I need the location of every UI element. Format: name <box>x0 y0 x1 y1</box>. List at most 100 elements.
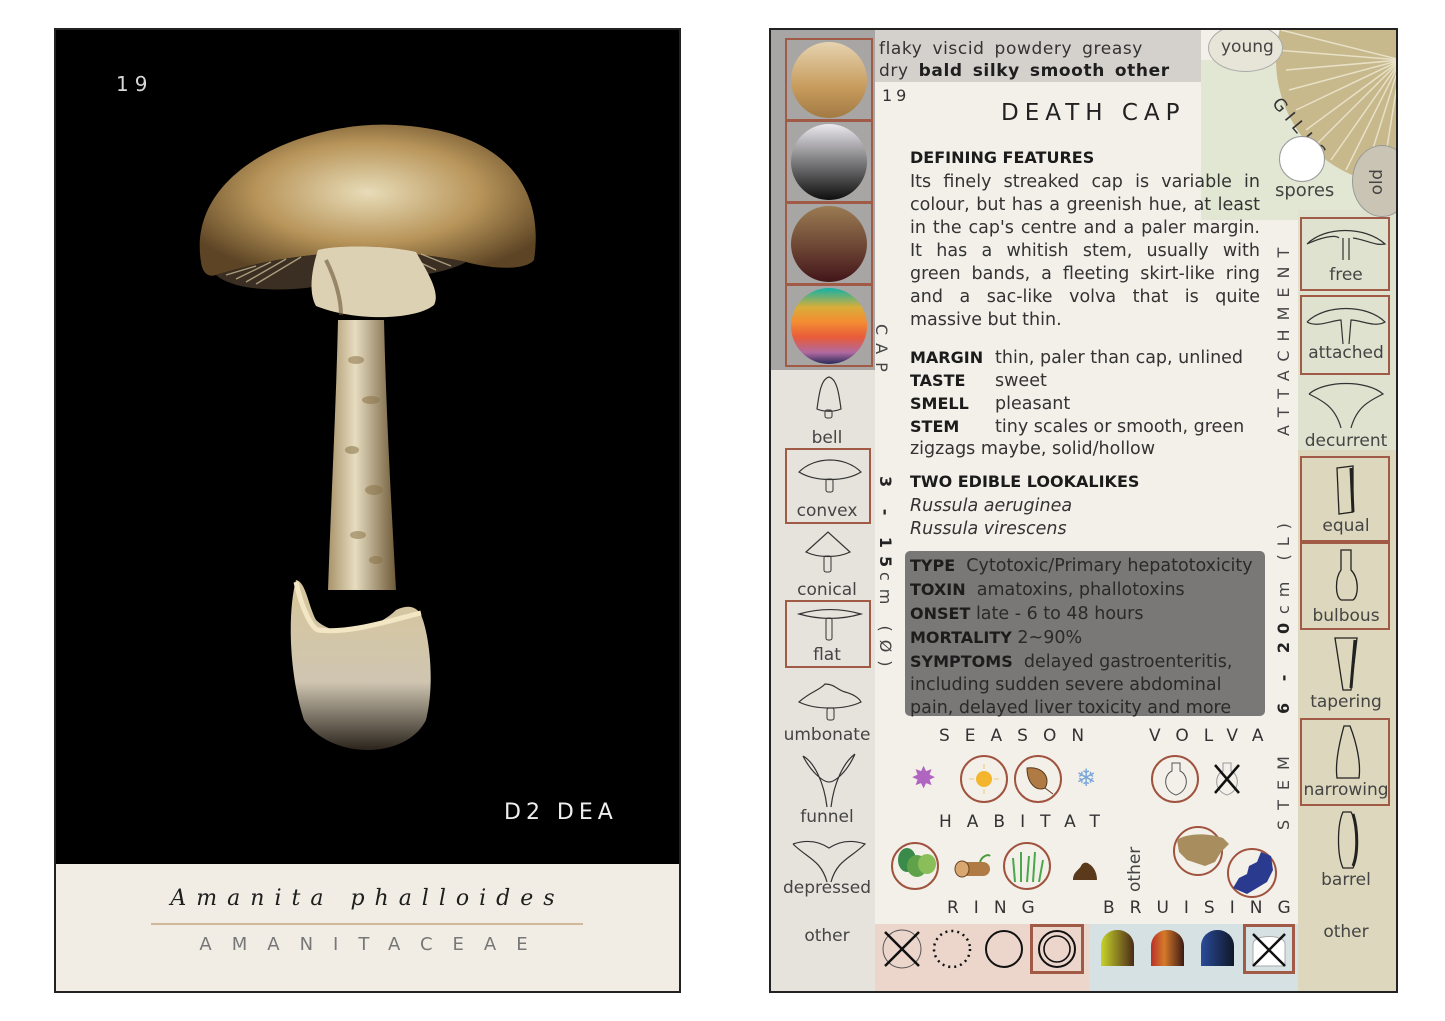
defining-features-text: Its finely streaked cap is variable in c… <box>910 172 1260 330</box>
attribute-margin: MARGIN thin, paler than cap, unlined <box>910 348 1244 368</box>
cap-shape-other[interactable]: other <box>775 926 879 946</box>
toxicity-type: TYPE Cytotoxic/Primary hepatotoxicity <box>910 556 1253 576</box>
card-code: D2 DEA <box>504 800 618 825</box>
cap-shape-funnel[interactable]: funnel <box>775 807 879 827</box>
cap-depressed-icon <box>792 840 867 883</box>
texture-bald[interactable]: bald <box>919 61 963 81</box>
season-heading: SEASON <box>939 726 1100 746</box>
cap-size-range: 3 - 15 <box>876 476 895 576</box>
toxicity-symptoms: SYMPTOMS delayed gastroenteritis, <box>910 652 1233 672</box>
texture-flaky[interactable]: flaky <box>879 39 922 59</box>
stem-size-range: 6 - 20 <box>1274 614 1293 714</box>
toxicity-onset: ONSET late - 6 to 48 hours <box>910 604 1144 624</box>
cap-convex-icon <box>798 459 862 493</box>
cap-bell-icon <box>816 376 842 419</box>
texture-options: flaky viscid powdery greasy dry bald silky smo… <box>879 38 1180 82</box>
cap-shape-conical[interactable]: conical <box>775 580 879 600</box>
texture-greasy[interactable]: greasy <box>1082 39 1143 59</box>
cap-shape-depressed[interactable]: depressed <box>775 878 879 898</box>
lookalikes-heading: TWO EDIBLE LOOKALIKES <box>910 472 1140 491</box>
stem-bulbous-icon <box>1335 549 1358 601</box>
bruising-orange-brown[interactable] <box>1151 930 1184 966</box>
toxicity-panel: TYPE Cytotoxic/Primary hepatotoxicity TO… <box>905 551 1265 718</box>
species-title: DEATH CAP <box>1001 100 1186 126</box>
cap-umbonate-icon <box>797 683 862 721</box>
toxicity-mortality: MORTALITY 2~90% <box>910 628 1083 648</box>
attribute-stem-continued: zigzags maybe, solid/hollow <box>910 439 1156 459</box>
mushroom-illustration <box>56 30 679 864</box>
stem-shape-bulbous[interactable]: bulbous <box>1300 606 1392 626</box>
stem-shape-tapering[interactable]: tapering <box>1300 692 1392 712</box>
symptoms-line: pain, delayed liver toxicity and more <box>910 698 1232 718</box>
cap-shape-umbonate[interactable]: umbonate <box>775 725 879 745</box>
spring-flower-icon[interactable]: ✸ <box>911 761 936 796</box>
stem-barrel-icon <box>1337 811 1359 869</box>
cap-flat-icon <box>796 608 864 641</box>
stem-shape-barrel[interactable]: barrel <box>1300 870 1392 890</box>
card-number: 19 <box>882 86 911 105</box>
autumn-leaf-icon <box>1026 767 1054 795</box>
texture-dry[interactable]: dry <box>879 61 909 81</box>
texture-row-2: dry bald silky smooth other <box>879 60 1180 82</box>
summer-sun-icon <box>969 764 999 794</box>
stem-tapering-icon <box>1334 637 1358 691</box>
bruising-yellow-brown[interactable] <box>1101 930 1134 966</box>
cap-shape-convex[interactable]: convex <box>775 501 879 521</box>
stem-section-label: STEM <box>1274 746 1293 830</box>
stem-shape-equal[interactable]: equal <box>1300 516 1392 536</box>
colour-swatch-brown[interactable] <box>785 202 873 285</box>
attachment-attached[interactable]: attached <box>1300 343 1392 363</box>
stem-shape-narrowing[interactable]: narrowing <box>1300 780 1392 800</box>
lookalike-item: Russula aeruginea <box>910 496 1073 516</box>
ring-double-icon <box>1038 930 1076 968</box>
habitat-heading: HABITAT <box>939 812 1115 832</box>
symptoms-line: including sudden severe abdominal <box>910 675 1222 695</box>
texture-viscid[interactable]: viscid <box>932 39 984 59</box>
texture-other[interactable]: other <box>1115 61 1170 81</box>
attribute-stem: STEM tiny scales or smooth, green <box>910 417 1245 437</box>
attribute-taste: TASTE sweet <box>910 371 1047 391</box>
ring-skirt <box>311 246 436 318</box>
colour-swatch-tan[interactable] <box>785 38 873 121</box>
attribute-smell: SMELL pleasant <box>910 394 1071 414</box>
cap-funnel-icon <box>802 753 856 808</box>
wood-log-icon[interactable] <box>954 852 994 882</box>
texture-silky[interactable]: silky <box>973 61 1020 81</box>
habitat-other[interactable]: other <box>1125 847 1145 892</box>
ring-fleeting-icon[interactable] <box>931 928 973 970</box>
death-cap-illustration <box>199 124 536 750</box>
cap-section-label: CAP <box>872 324 891 380</box>
spore-print-white[interactable] <box>1279 136 1325 182</box>
divider <box>151 923 583 925</box>
gill-old-label: old <box>1367 169 1387 195</box>
cap-shape-flat[interactable]: flat <box>775 645 879 665</box>
volva-heading: VOLVA <box>1149 726 1279 746</box>
europe-map-icon <box>1233 852 1273 894</box>
volva-present-icon <box>1165 762 1187 796</box>
bruising-blue-black[interactable] <box>1201 930 1234 966</box>
winter-snowflake-icon[interactable]: ❄ <box>1076 764 1096 792</box>
colour-swatch-multicolour[interactable] <box>785 284 873 367</box>
grass-icon <box>1012 851 1044 883</box>
texture-smooth[interactable]: smooth <box>1030 61 1105 81</box>
stem-shape-other[interactable]: other <box>1300 922 1392 942</box>
attachment-decurrent-icon <box>1308 382 1385 429</box>
attachment-decurrent: decurrent <box>1304 431 1388 451</box>
colour-swatch-grey-black[interactable] <box>785 120 873 203</box>
back-card: flaky viscid powdery greasy dry bald silky smo… <box>769 28 1398 993</box>
bruising-heading: BRUISING <box>1103 898 1306 918</box>
ring-none-icon[interactable] <box>881 928 923 970</box>
family-name: AMANITACEAE <box>199 934 548 955</box>
gill-young-label: young <box>1221 37 1274 57</box>
ring-ragged-icon[interactable] <box>983 928 1025 970</box>
dung-icon[interactable] <box>1069 852 1101 884</box>
card-number: 19 <box>116 72 154 96</box>
volva-absent-icon[interactable] <box>1211 761 1243 797</box>
texture-row-1: flaky viscid powdery greasy <box>879 38 1180 60</box>
front-card: 19 D2 DEA Amanita phalloides AMANITACEAE <box>54 28 681 993</box>
lookalike-item: Russula virescens <box>910 519 1067 539</box>
cap-shape-bell[interactable]: bell <box>775 428 879 448</box>
texture-powdery[interactable]: powdery <box>995 39 1073 59</box>
attachment-free[interactable]: free <box>1300 265 1392 285</box>
name-plate: Amanita phalloides AMANITACEAE <box>56 864 679 991</box>
